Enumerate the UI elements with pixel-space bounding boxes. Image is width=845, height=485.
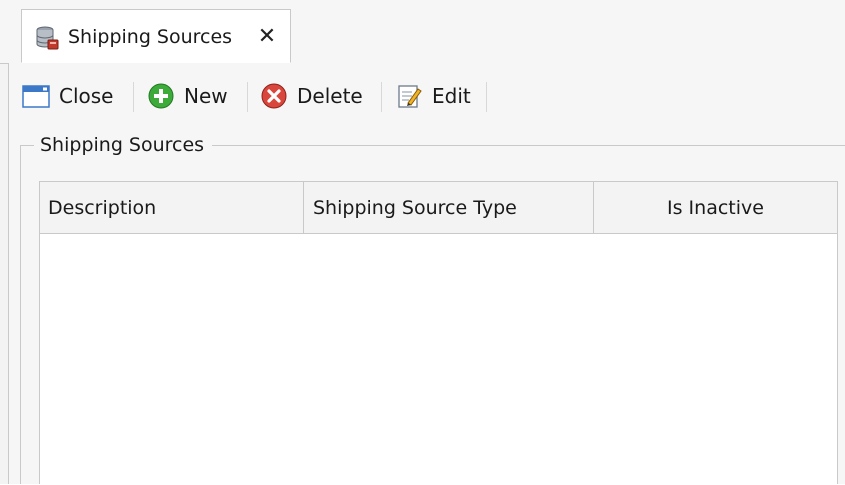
delete-button-label: Delete — [297, 84, 363, 108]
column-header-shipping-source-type[interactable]: Shipping Source Type — [304, 182, 594, 233]
app-window: Shipping Sources ✕ Close New Delete Edit… — [0, 0, 845, 485]
window-icon — [21, 81, 51, 111]
column-header-is-inactive[interactable]: Is Inactive — [594, 182, 837, 233]
toolbar-separator — [247, 82, 248, 112]
edit-button[interactable]: Edit — [394, 80, 471, 112]
tab-strip: Shipping Sources ✕ — [0, 0, 845, 64]
column-header-description[interactable]: Description — [40, 182, 304, 233]
shipping-sources-grid[interactable]: Description Shipping Source Type Is Inac… — [39, 181, 838, 485]
tab-title: Shipping Sources — [68, 26, 233, 48]
edit-button-label: Edit — [432, 84, 471, 108]
close-tab-icon[interactable]: ✕ — [256, 26, 278, 48]
new-button-label: New — [184, 84, 228, 108]
database-icon — [34, 25, 60, 51]
delete-button[interactable]: Delete — [259, 80, 363, 112]
tab-shipping-sources[interactable]: Shipping Sources ✕ — [21, 9, 291, 63]
grid-header: Description Shipping Source Type Is Inac… — [40, 182, 837, 234]
toolbar-separator — [381, 82, 382, 112]
close-button-label: Close — [59, 84, 114, 108]
delete-circle-icon — [259, 81, 289, 111]
plus-circle-icon — [146, 81, 176, 111]
edit-document-icon — [394, 81, 424, 111]
toolbar-separator — [133, 82, 134, 112]
toolbar-separator — [486, 82, 487, 112]
new-button[interactable]: New — [146, 80, 228, 112]
toolbar: Close New Delete Edit — [0, 64, 845, 126]
group-title: Shipping Sources — [34, 132, 213, 158]
grid-body[interactable] — [40, 234, 837, 485]
close-button[interactable]: Close — [21, 80, 113, 112]
